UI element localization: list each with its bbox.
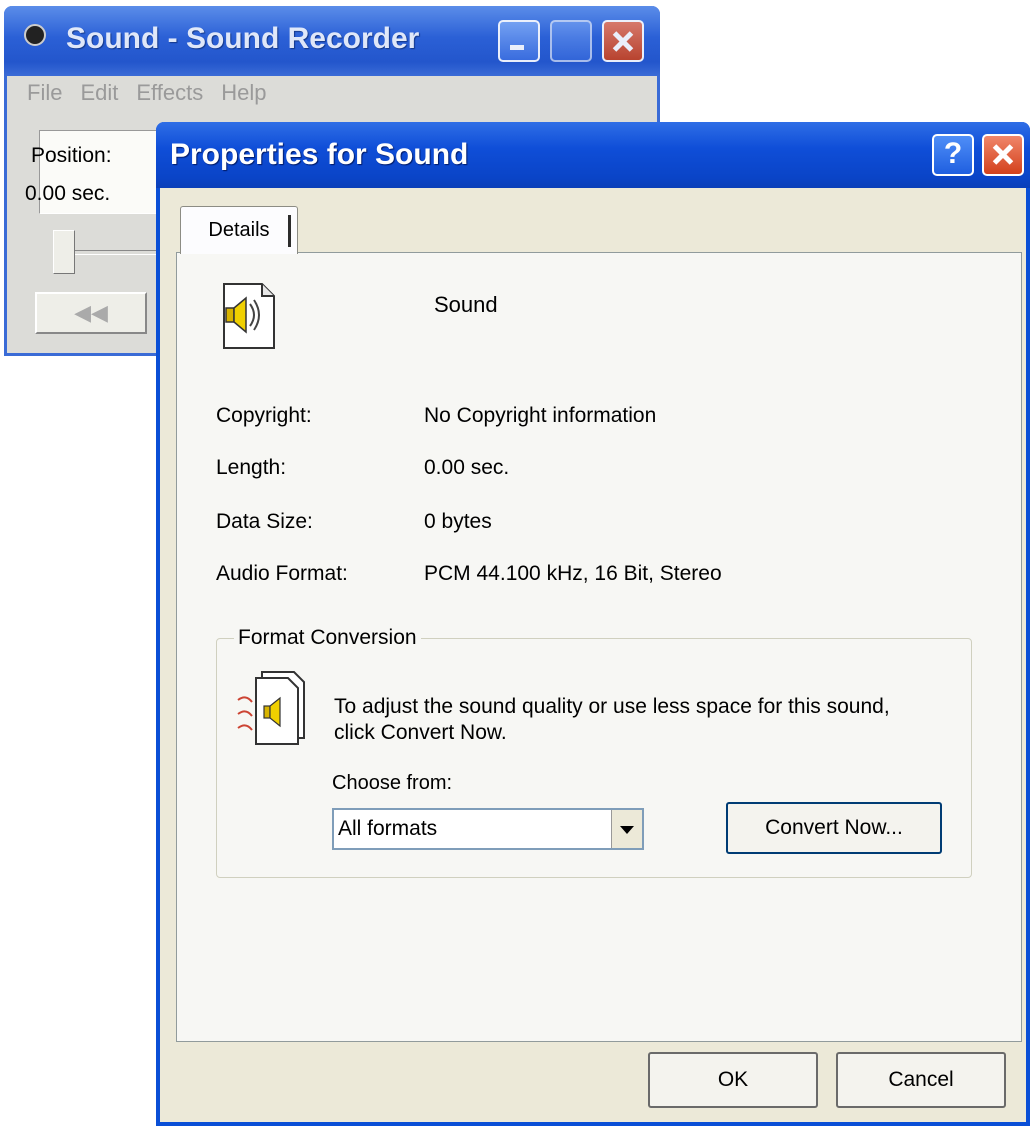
copyright-label: Copyright: [216, 404, 312, 427]
choose-from-label: Choose from: [332, 772, 453, 794]
rewind-button[interactable]: ◀◀ [35, 292, 147, 334]
choose-from-value: All formats [338, 817, 438, 840]
recorder-menu-bar: File Edit Effects Help [27, 80, 266, 106]
position-value: 0.00 sec. [25, 182, 111, 205]
data-size-label: Data Size: [216, 510, 313, 533]
recorder-title-bar[interactable]: Sound - Sound Recorder [4, 6, 660, 76]
menu-effects[interactable]: Effects [136, 80, 203, 106]
length-label: Length: [216, 456, 287, 479]
help-icon: ? [943, 137, 963, 170]
data-size-value: 0 bytes [424, 510, 492, 533]
length-value: 0.00 sec. [424, 456, 510, 479]
tab-details[interactable]: Details [180, 206, 298, 254]
format-conversion-legend: Format Conversion [234, 626, 421, 650]
copyright-value: No Copyright information [424, 404, 657, 427]
maximize-button[interactable] [550, 20, 592, 62]
position-label: Position: [31, 144, 112, 167]
recorder-title: Sound - Sound Recorder [66, 22, 420, 55]
dialog-title: Properties for Sound [170, 138, 469, 171]
cancel-button[interactable]: Cancel [836, 1052, 1006, 1108]
menu-help[interactable]: Help [221, 80, 266, 106]
chevron-down-icon[interactable] [611, 810, 642, 848]
format-conversion-description: To adjust the sound quality or use less … [334, 695, 890, 744]
position-slider-thumb[interactable] [53, 230, 75, 274]
audio-format-value: PCM 44.100 kHz, 16 Bit, Stereo [424, 562, 722, 585]
minimize-button[interactable] [498, 20, 540, 62]
menu-file[interactable]: File [27, 80, 62, 106]
recorder-close-button[interactable] [602, 20, 644, 62]
audio-format-label: Audio Format: [216, 562, 348, 585]
sound-recorder-icon [24, 24, 46, 46]
close-button[interactable] [982, 134, 1024, 176]
help-button[interactable]: ? [932, 134, 974, 176]
convert-sound-icon [237, 671, 305, 745]
sound-file-icon [223, 283, 275, 349]
rewind-icon: ◀◀ [74, 300, 108, 325]
file-name: Sound [434, 292, 498, 317]
dialog-title-bar[interactable]: Properties for Sound ? [156, 122, 1030, 188]
convert-now-button[interactable]: Convert Now... [726, 802, 942, 854]
menu-edit[interactable]: Edit [80, 80, 118, 106]
choose-from-select[interactable]: All formats [332, 808, 644, 850]
ok-button[interactable]: OK [648, 1052, 818, 1108]
properties-dialog: Properties for Sound ? Details Sound Cop… [156, 122, 1030, 1126]
